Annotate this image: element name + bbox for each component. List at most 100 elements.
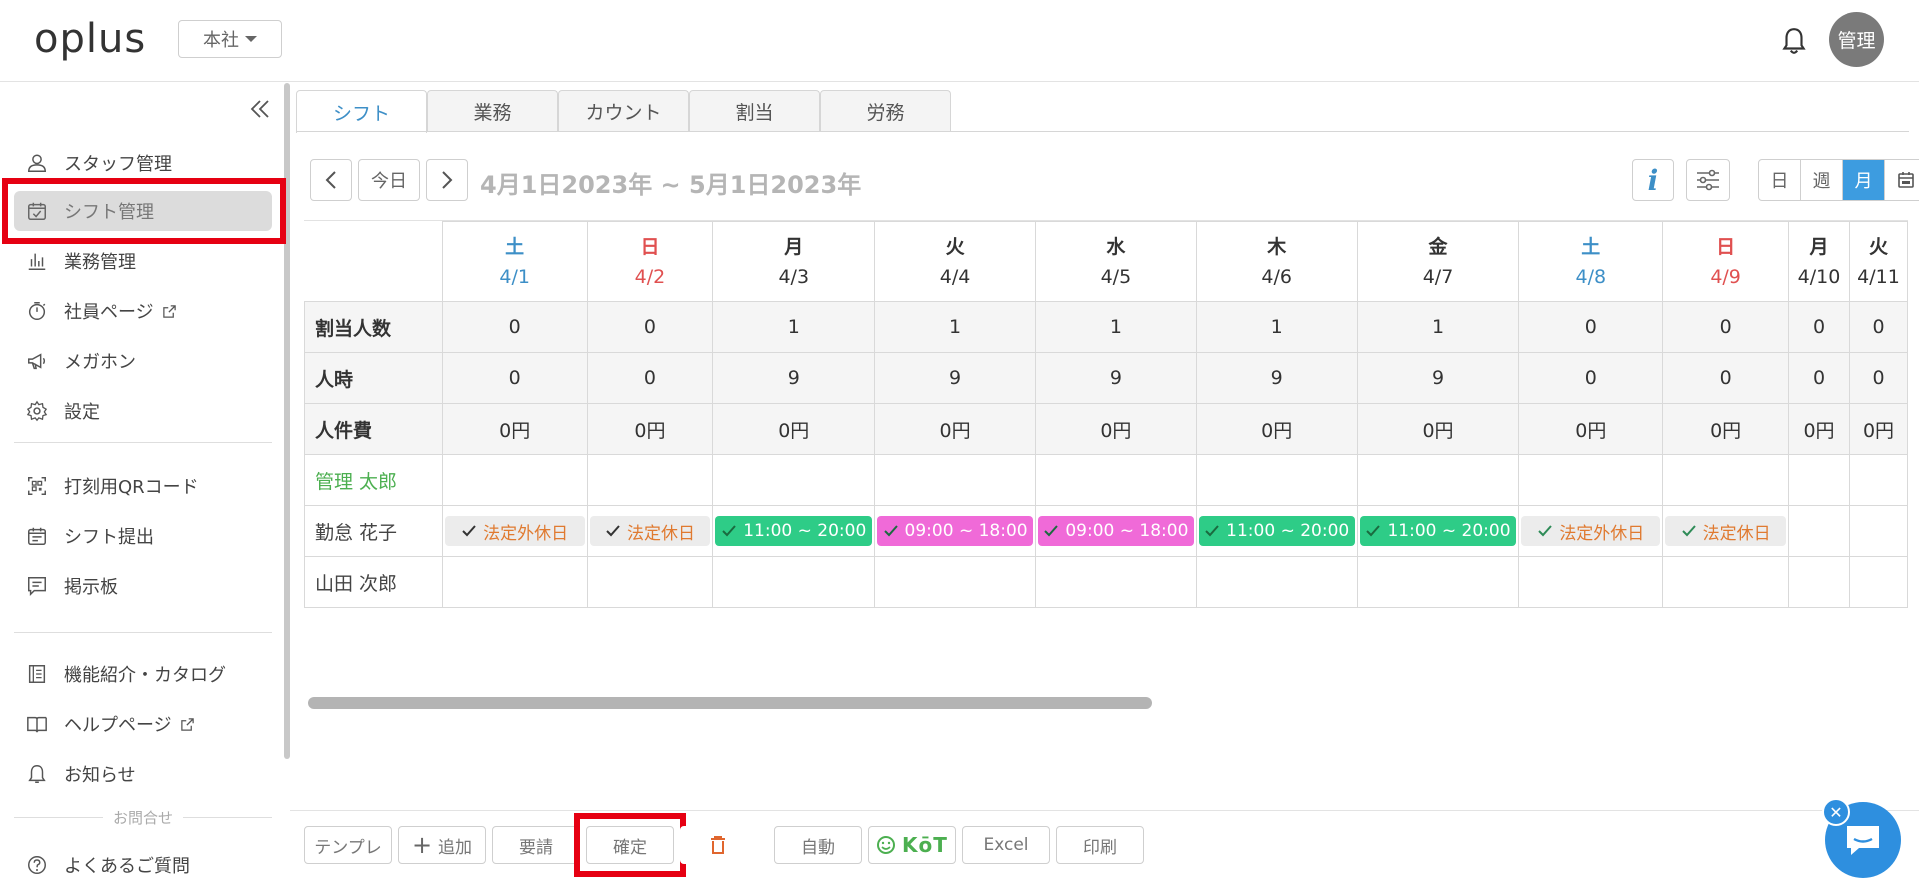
- tab-tasks[interactable]: 業務: [427, 90, 558, 132]
- tab-count[interactable]: カウント: [558, 90, 689, 132]
- tab-assignment[interactable]: 割当: [689, 90, 820, 132]
- shift-cell[interactable]: 09:00 ~ 18:00: [1034, 505, 1197, 557]
- day-header[interactable]: 月 4/3: [712, 221, 876, 302]
- shift-cell[interactable]: [1848, 454, 1908, 506]
- auto-button[interactable]: 自動: [774, 826, 862, 864]
- sidebar-item-tasks[interactable]: 業務管理: [14, 241, 274, 281]
- shift-chip[interactable]: 09:00 ~ 18:00: [1037, 516, 1194, 546]
- day-header[interactable]: 土 4/8: [1518, 221, 1664, 302]
- shift-cell[interactable]: [1356, 556, 1520, 608]
- day-header[interactable]: 水 4/5: [1034, 221, 1197, 302]
- shift-cell[interactable]: [1195, 454, 1358, 506]
- sidebar-item-shift-submit[interactable]: シフト提出: [14, 516, 274, 556]
- shift-cell[interactable]: [1518, 454, 1664, 506]
- shift-cell[interactable]: 11:00 ~ 20:00: [712, 505, 876, 557]
- shift-cell[interactable]: [1034, 454, 1197, 506]
- scrollbar-thumb[interactable]: [308, 697, 1152, 709]
- megaphone-icon: [28, 353, 46, 370]
- staff-name[interactable]: 管理 太郎: [304, 454, 443, 506]
- shift-cell[interactable]: [1788, 556, 1850, 608]
- shift-cell[interactable]: [586, 454, 714, 506]
- calendar-picker-button[interactable]: [1885, 160, 1919, 200]
- shift-cell[interactable]: [1788, 454, 1850, 506]
- sidebar-item-board[interactable]: 掲示板: [14, 566, 274, 606]
- shift-cell[interactable]: [712, 556, 876, 608]
- stat-cell: 0円: [1195, 403, 1358, 455]
- staff-name[interactable]: 勤怠 花子: [304, 505, 443, 557]
- shift-chip[interactable]: 11:00 ~ 20:00: [1198, 516, 1355, 546]
- day-header[interactable]: 火 4/11: [1848, 221, 1908, 302]
- prev-button[interactable]: [310, 159, 352, 201]
- add-button[interactable]: + 追加: [398, 826, 486, 864]
- shift-chip[interactable]: 法定外休日: [444, 516, 585, 546]
- request-button[interactable]: 要請: [492, 826, 580, 864]
- user-avatar[interactable]: 管理: [1829, 12, 1884, 67]
- print-button[interactable]: 印刷: [1056, 826, 1144, 864]
- sidebar-item-staff[interactable]: スタッフ管理: [14, 143, 274, 183]
- shift-chip[interactable]: 11:00 ~ 20:00: [715, 516, 873, 546]
- sidebar-item-megaphone[interactable]: メガホン: [14, 341, 274, 381]
- shift-cell[interactable]: 法定休日: [1662, 505, 1790, 557]
- shift-cell[interactable]: [1195, 556, 1358, 608]
- shift-cell[interactable]: [874, 454, 1036, 506]
- view-week-button[interactable]: 週: [1801, 160, 1843, 200]
- shift-cell[interactable]: [1662, 454, 1790, 506]
- template-button[interactable]: テンプレ: [304, 826, 392, 864]
- day-header[interactable]: 金 4/7: [1356, 221, 1520, 302]
- close-icon[interactable]: ✕: [1822, 798, 1850, 826]
- shift-cell[interactable]: [441, 556, 588, 608]
- day-header[interactable]: 土 4/1: [441, 221, 588, 302]
- shift-cell[interactable]: [712, 454, 876, 506]
- next-button[interactable]: [426, 159, 468, 201]
- delete-button[interactable]: [680, 826, 756, 864]
- shift-cell[interactable]: 11:00 ~ 20:00: [1356, 505, 1520, 557]
- sidebar-item-faq[interactable]: よくあるご質問: [14, 845, 274, 885]
- sidebar-item-settings[interactable]: 設定: [14, 391, 274, 431]
- shift-cell[interactable]: [1518, 556, 1664, 608]
- day-header[interactable]: 木 4/6: [1195, 221, 1358, 302]
- shift-cell[interactable]: [1788, 505, 1850, 557]
- filter-settings-button[interactable]: [1686, 159, 1730, 201]
- kot-button[interactable]: KōT: [868, 826, 956, 864]
- shift-cell[interactable]: [1848, 505, 1908, 557]
- day-header[interactable]: 日 4/2: [586, 221, 714, 302]
- oplus-logo[interactable]: oplus: [34, 16, 146, 62]
- shift-cell[interactable]: 法定外休日: [1518, 505, 1664, 557]
- shift-cell[interactable]: [586, 556, 714, 608]
- sidebar-item-help[interactable]: ヘルプページ: [14, 704, 274, 744]
- shift-cell[interactable]: [1034, 556, 1197, 608]
- shift-cell[interactable]: 09:00 ~ 18:00: [874, 505, 1036, 557]
- table-horizontal-scrollbar[interactable]: [308, 695, 1908, 711]
- view-month-button[interactable]: 月: [1843, 160, 1885, 200]
- sidebar-item-catalog[interactable]: 機能紹介・カタログ: [14, 654, 274, 694]
- shift-chip[interactable]: 11:00 ~ 20:00: [1359, 516, 1517, 546]
- day-header[interactable]: 日 4/9: [1662, 221, 1790, 302]
- shift-cell[interactable]: 法定休日: [586, 505, 714, 557]
- info-button[interactable]: i: [1632, 159, 1674, 201]
- staff-name[interactable]: 山田 次郎: [304, 556, 443, 608]
- shift-cell[interactable]: [874, 556, 1036, 608]
- sidebar-item-employee-page[interactable]: 社員ページ: [14, 291, 274, 331]
- shift-chip[interactable]: 09:00 ~ 18:00: [877, 516, 1033, 546]
- bell-icon[interactable]: [1781, 26, 1807, 56]
- shift-cell[interactable]: [1356, 454, 1520, 506]
- shift-chip[interactable]: 法定休日: [589, 516, 711, 546]
- sidebar-item-qr-code[interactable]: 打刻用QRコード: [14, 466, 274, 506]
- shift-cell[interactable]: [1848, 556, 1908, 608]
- shift-chip[interactable]: 法定休日: [1665, 516, 1787, 546]
- shift-cell[interactable]: 法定外休日: [441, 505, 588, 557]
- sidebar-item-notices[interactable]: お知らせ: [14, 754, 274, 794]
- today-button[interactable]: 今日: [358, 159, 420, 201]
- shift-cell[interactable]: [1662, 556, 1790, 608]
- shift-chip[interactable]: 法定外休日: [1521, 516, 1661, 546]
- view-day-button[interactable]: 日: [1759, 160, 1801, 200]
- day-header[interactable]: 月 4/10: [1788, 221, 1850, 302]
- day-header[interactable]: 火 4/4: [874, 221, 1036, 302]
- double-chevron-left-icon[interactable]: [248, 97, 272, 121]
- shift-cell[interactable]: 11:00 ~ 20:00: [1195, 505, 1358, 557]
- tab-labor[interactable]: 労務: [820, 90, 951, 132]
- shift-cell[interactable]: [441, 454, 588, 506]
- branch-selector[interactable]: 本社: [178, 20, 282, 58]
- excel-button[interactable]: Excel: [962, 826, 1050, 864]
- tab-shift[interactable]: シフト: [296, 90, 427, 133]
